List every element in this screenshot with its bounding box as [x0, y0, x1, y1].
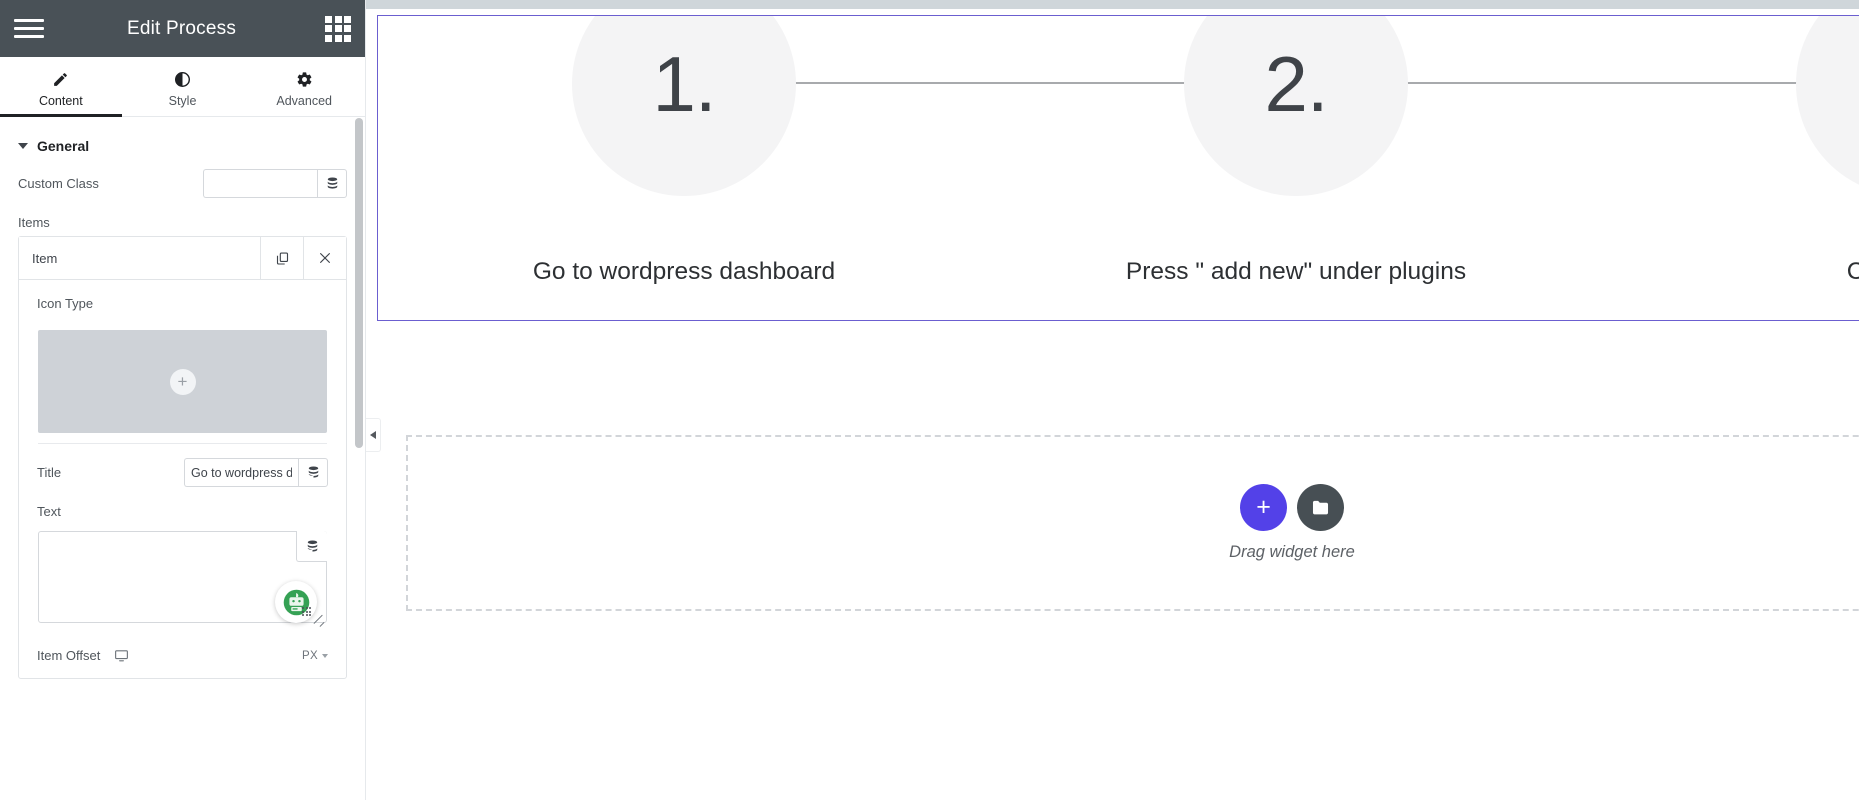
close-x-icon[interactable]	[303, 237, 346, 279]
tab-style[interactable]: Style	[122, 57, 244, 116]
contrast-half-circle-icon	[174, 70, 191, 89]
plus-icon: +	[1256, 493, 1271, 521]
icon-type-media-placeholder[interactable]: +	[38, 330, 327, 433]
canvas-top-strip	[366, 0, 1859, 9]
panel-vertical-scrollbar[interactable]	[355, 118, 363, 448]
ai-sparkle-dots-icon	[302, 607, 313, 616]
textarea-resize-grip[interactable]	[314, 616, 325, 627]
step-label: Press " add new" under plugins	[1125, 258, 1467, 285]
text-label: Text	[37, 504, 61, 519]
chevron-left-icon	[370, 431, 376, 439]
section-header-general[interactable]: General	[0, 118, 365, 160]
repeater-row-title[interactable]: Item	[19, 237, 260, 279]
title-field-group	[184, 458, 328, 487]
elementor-editor: Edit Process Content Style Advanced Gene…	[0, 0, 1859, 800]
chevron-down-icon	[322, 653, 328, 658]
pencil-icon	[52, 70, 69, 89]
control-item-offset: Item Offset PX	[19, 632, 346, 672]
process-step[interactable]: 3. Click install	[1602, 16, 1859, 320]
section-title: General	[37, 138, 90, 154]
duplicate-copy-icon[interactable]	[260, 237, 303, 279]
step-circle: 1.	[572, 16, 796, 196]
panel-tabs: Content Style Advanced	[0, 57, 365, 117]
process-steps: 1. Go to wordpress dashboard 2. Press " …	[378, 16, 1859, 320]
unit-selector[interactable]: PX	[302, 650, 328, 662]
desktop-monitor-icon[interactable]	[114, 648, 129, 663]
step-circle: 2.	[1184, 16, 1408, 196]
tab-advanced-label: Advanced	[276, 93, 332, 108]
template-library-button[interactable]	[1297, 484, 1344, 531]
step-label: Go to wordpress dashboard	[532, 258, 836, 285]
title-input[interactable]	[184, 458, 298, 487]
panel-collapse-handle[interactable]	[366, 418, 381, 452]
control-icon-type: Icon Type	[19, 280, 346, 318]
tab-content[interactable]: Content	[0, 57, 122, 117]
step-circle: 3.	[1796, 16, 1859, 196]
item-offset-label: Item Offset	[37, 648, 101, 663]
repeater-row: Item	[19, 237, 346, 280]
tab-advanced[interactable]: Advanced	[243, 57, 365, 116]
items-label: Items	[18, 215, 50, 230]
items-repeater: Item Icon Type + Title Go to wordpress d…	[18, 236, 347, 679]
title-label: Title	[37, 465, 62, 480]
control-title: Title	[19, 444, 346, 496]
dynamic-tags-database-icon[interactable]	[317, 169, 347, 198]
editor-canvas-preview: 1. Go to wordpress dashboard 2. Press " …	[366, 0, 1859, 800]
process-widget-selected[interactable]: 1. Go to wordpress dashboard 2. Press " …	[377, 15, 1859, 321]
page-title: Edit Process	[126, 17, 237, 39]
editor-side-panel: Edit Process Content Style Advanced Gene…	[0, 0, 366, 800]
dynamic-tags-database-icon[interactable]	[296, 531, 327, 562]
add-plus-circle-icon[interactable]: +	[169, 368, 196, 395]
panel-header: Edit Process	[0, 0, 365, 57]
add-widget-button[interactable]: +	[1240, 484, 1287, 531]
process-step[interactable]: 1. Go to wordpress dashboard	[378, 16, 1296, 320]
widget-grid-icon[interactable]	[325, 15, 351, 42]
custom-class-field-group	[203, 169, 347, 198]
panel-controls-scroll-area: General Custom Class Items Item Icon Typ…	[0, 118, 365, 800]
drag-widget-dropzone[interactable]: + Drag widget here	[406, 435, 1859, 611]
text-field-wrapper	[38, 531, 327, 628]
unit-value: PX	[302, 649, 318, 662]
tab-style-label: Style	[168, 93, 197, 108]
step-label: Click install	[1847, 258, 1859, 286]
dynamic-tags-database-icon[interactable]	[298, 458, 328, 487]
custom-class-label: Custom Class	[18, 176, 99, 191]
custom-class-input[interactable]	[203, 169, 317, 198]
ai-robot-assistant-icon[interactable]	[275, 581, 317, 623]
chevron-down-icon	[18, 143, 28, 149]
step-number: 2.	[1264, 40, 1328, 128]
hamburger-menu-icon[interactable]	[14, 14, 44, 44]
dropzone-buttons: +	[1240, 484, 1344, 531]
repeater-row-content: Icon Type + Title Go to wordpress dashbo…	[19, 280, 346, 678]
control-custom-class: Custom Class	[0, 160, 365, 207]
gear-icon	[296, 70, 313, 89]
dropzone-label: Drag widget here	[1229, 543, 1355, 561]
process-step[interactable]: 2. Press " add new" under plugins	[990, 16, 1859, 320]
tab-content-label: Content	[38, 93, 83, 108]
step-number: 1.	[652, 40, 716, 128]
icon-type-label: Icon Type	[37, 296, 94, 311]
folder-icon	[1312, 500, 1329, 515]
